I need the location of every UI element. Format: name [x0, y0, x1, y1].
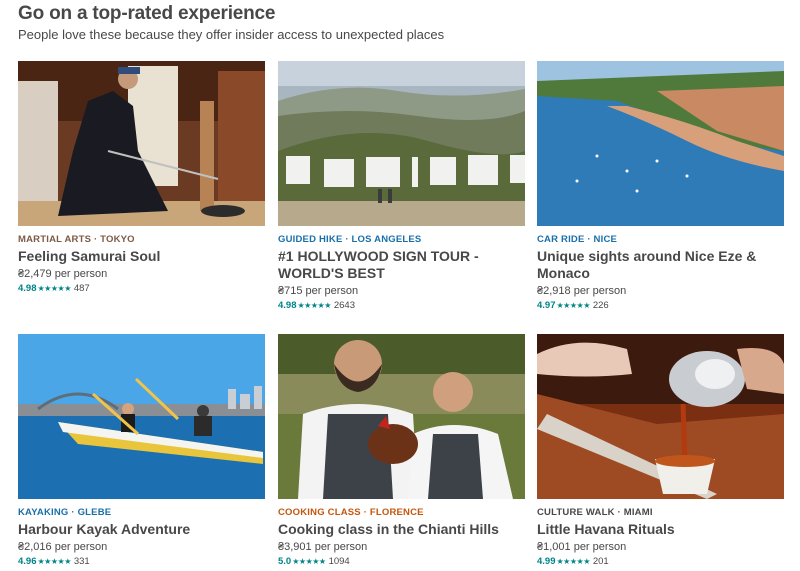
- card-price: ₴715 per person: [278, 285, 359, 297]
- card-title[interactable]: Little Havana Rituals: [537, 521, 784, 538]
- rating-value: 4.96: [18, 556, 37, 567]
- card-price: ₴2,918 per person: [537, 285, 627, 297]
- card-kicker: COOKING CLASS · FLORENCE: [278, 507, 424, 518]
- card-rating: 4.99 ★★★★★ 201: [537, 555, 784, 568]
- review-count: 1094: [328, 556, 350, 567]
- star-icons: ★★★★★: [37, 284, 72, 293]
- card-rating: 4.97 ★★★★★ 226: [537, 299, 784, 312]
- experience-card[interactable]: KAYAKING · GLEBE Harbour Kayak Adventure…: [18, 334, 265, 568]
- card-rating: 5.0 ★★★★★ 1094: [278, 555, 525, 568]
- card-kicker: CAR RIDE · NICE: [537, 234, 618, 245]
- review-count: 331: [73, 556, 90, 567]
- card-title[interactable]: Unique sights around Nice Eze & Monaco: [537, 248, 784, 282]
- chefs-photo[interactable]: [278, 334, 525, 499]
- rating-value: 4.98: [18, 283, 37, 294]
- section-subtitle: People love these because they offer ins…: [18, 27, 445, 42]
- experience-card[interactable]: MARTIAL ARTS · TOKYO Feeling Samurai Sou…: [18, 61, 265, 295]
- card-rating: 4.96 ★★★★★ 331: [18, 555, 265, 568]
- card-price: ₴2,479 per person: [18, 268, 108, 280]
- card-kicker: KAYAKING · GLEBE: [18, 507, 112, 518]
- experience-card[interactable]: COOKING CLASS · FLORENCE Cooking class i…: [278, 334, 525, 568]
- review-count: 226: [592, 300, 609, 311]
- nice-coast-photo[interactable]: [537, 61, 784, 226]
- review-count: 487: [73, 283, 90, 294]
- rating-value: 4.98: [278, 300, 297, 311]
- experience-card[interactable]: CAR RIDE · NICE Unique sights around Nic…: [537, 61, 784, 312]
- card-price: ₴2,016 per person: [18, 541, 108, 553]
- experience-card[interactable]: CULTURE WALK · MIAMI Little Havana Ritua…: [537, 334, 784, 568]
- coffee-photo[interactable]: [537, 334, 784, 499]
- review-count: 201: [592, 556, 609, 567]
- card-price: ₴1,001 per person: [537, 541, 627, 553]
- star-icons: ★★★★★: [556, 557, 591, 566]
- card-kicker: CULTURE WALK · MIAMI: [537, 507, 653, 518]
- star-icons: ★★★★★: [556, 301, 591, 310]
- section-title: Go on a top-rated experience: [18, 3, 276, 24]
- card-title[interactable]: Feeling Samurai Soul: [18, 248, 265, 265]
- card-price: ₴3,901 per person: [278, 541, 368, 553]
- kayak-photo[interactable]: [18, 334, 265, 499]
- samurai-photo[interactable]: [18, 61, 265, 226]
- card-kicker: GUIDED HIKE · LOS ANGELES: [278, 234, 422, 245]
- experience-card[interactable]: GUIDED HIKE · LOS ANGELES #1 HOLLYWOOD S…: [278, 61, 525, 312]
- card-title[interactable]: Cooking class in the Chianti Hills: [278, 521, 525, 538]
- card-rating: 4.98 ★★★★★ 487: [18, 282, 265, 295]
- card-kicker: MARTIAL ARTS · TOKYO: [18, 234, 135, 245]
- rating-value: 4.97: [537, 300, 556, 311]
- card-title[interactable]: Harbour Kayak Adventure: [18, 521, 265, 538]
- card-title[interactable]: #1 HOLLYWOOD SIGN TOUR - WORLD'S BEST: [278, 248, 525, 282]
- hollywood-sign-photo[interactable]: [278, 61, 525, 226]
- review-count: 2643: [333, 300, 355, 311]
- star-icons: ★★★★★: [292, 557, 326, 566]
- rating-value: 5.0: [278, 556, 292, 567]
- rating-value: 4.99: [537, 556, 556, 567]
- star-icons: ★★★★★: [37, 557, 72, 566]
- star-icons: ★★★★★: [297, 301, 332, 310]
- card-rating: 4.98 ★★★★★ 2643: [278, 299, 525, 312]
